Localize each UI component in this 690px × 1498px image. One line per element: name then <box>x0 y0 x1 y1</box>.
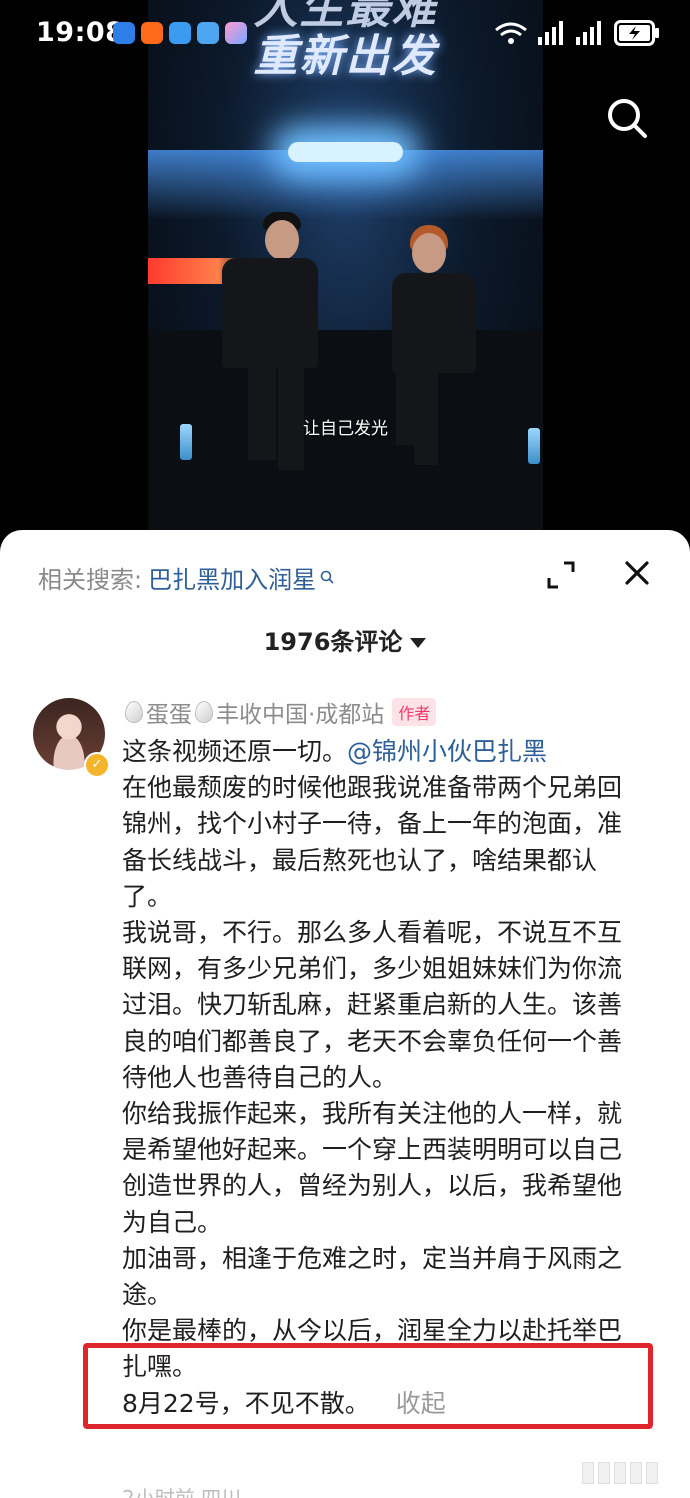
red-highlight-box <box>83 1343 653 1429</box>
woman-figure <box>386 225 486 485</box>
watermark-icon <box>582 1462 672 1484</box>
related-search[interactable]: 相关搜索: 巴扎黑加入润星 <box>38 560 334 595</box>
related-search-label: 相关搜索: <box>38 566 143 594</box>
related-search-query[interactable]: 巴扎黑加入润星 <box>148 566 316 594</box>
photos-app-icon <box>225 22 247 44</box>
comment-count-label: 1976条评论 <box>263 628 403 656</box>
close-icon <box>625 561 649 585</box>
verified-icon: ✓ <box>84 752 110 778</box>
comment-paragraph-text: 这条视频还原一切。 <box>122 737 348 766</box>
search-icon <box>608 99 647 138</box>
comment-meta: 2小时前 四川 <box>122 1486 242 1498</box>
comment-paragraph: 我说哥，不行。那么多人看着呢，不说互不互联网，有多少兄弟们，多少姐姐妹妹们为你流… <box>122 918 623 1092</box>
man-figure <box>208 210 328 490</box>
egg-emoji-icon <box>195 701 213 723</box>
comment-paragraph: 在他最颓废的时候他跟我说准备带两个兄弟回锦州，找个小村子一待，备上一年的泡面，准… <box>122 773 623 911</box>
stage-light <box>288 142 403 162</box>
author-badge: 作者 <box>392 698 437 726</box>
comment-paragraph: 加油哥，相逢于危难之时，定当并肩于风雨之途。 <box>122 1243 623 1310</box>
expand-button[interactable] <box>546 560 576 590</box>
signal-icon <box>538 21 563 45</box>
weather-app-icon <box>197 22 219 44</box>
video-frame[interactable]: 人生最难 重新出发 让自己发光 <box>148 0 543 560</box>
egg-emoji-icon <box>125 701 143 723</box>
status-indicators <box>494 20 660 46</box>
comment-count[interactable]: 1976条评论 <box>0 622 690 657</box>
comment-paragraph: 你给我振作起来，我所有关注他的人一样，就是希望他好起来。一个穿上西装明明可以自己… <box>122 1099 623 1237</box>
chevron-down-icon <box>410 638 427 648</box>
search-button[interactable] <box>605 96 649 140</box>
comment-author[interactable]: 蛋蛋 <box>146 695 192 729</box>
status-time: 19:08 <box>36 17 125 48</box>
comment-text: 这条视频还原一切。@锦州小伙巴扎黑 在他最颓废的时候他跟我说准备带两个兄弟回锦州… <box>122 734 642 1422</box>
mention-link[interactable]: @锦州小伙巴扎黑 <box>347 737 547 766</box>
wifi-icon <box>495 22 527 44</box>
expand-icon <box>547 561 575 589</box>
battery-icon <box>614 20 659 46</box>
signal-icon-2 <box>576 21 601 45</box>
taobao-app-icon <box>141 22 163 44</box>
browser-app-icon <box>113 22 135 44</box>
comment-sheet: 相关搜索: 巴扎黑加入润星 1976条评论 ✓ 蛋蛋 丰收中国·成都站 作者 这条视频… <box>0 530 690 1498</box>
comment-author-suffix: 丰收中国·成都站 <box>216 702 385 728</box>
cloud-app-icon <box>169 22 191 44</box>
video-subtitle: 让自己发光 <box>303 419 388 439</box>
status-app-icons <box>113 22 247 44</box>
video-player[interactable]: 人生最难 重新出发 让自己发光 <box>0 0 690 560</box>
status-bar: 19:08 <box>0 0 690 64</box>
comment-author-line[interactable]: 蛋蛋 丰收中国·成都站 作者 <box>122 695 437 729</box>
close-button[interactable] <box>622 558 652 588</box>
comment-paragraph: 这条视频还原一切。@锦州小伙巴扎黑 <box>122 734 642 770</box>
search-icon <box>320 562 334 590</box>
